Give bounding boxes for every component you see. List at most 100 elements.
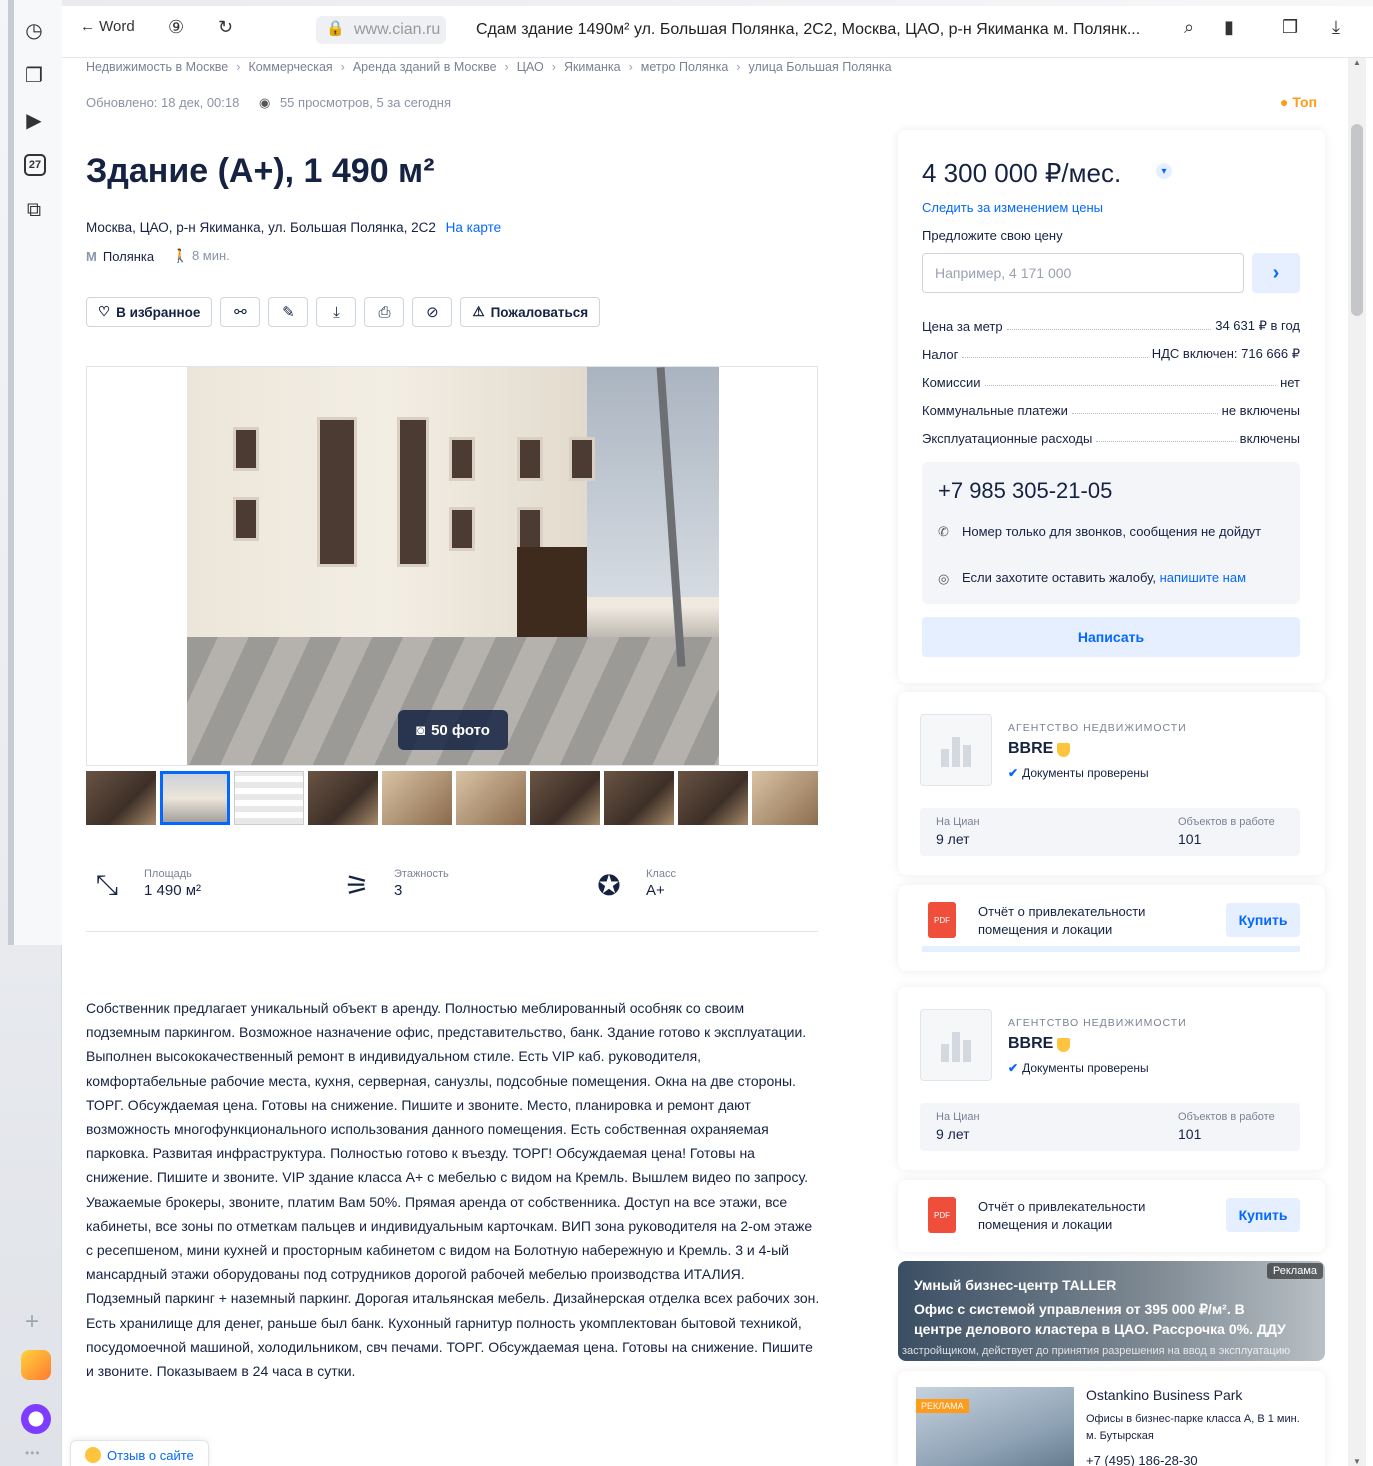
thumbnail[interactable] [456,771,526,825]
print-button[interactable]: ⎙ [364,297,405,327]
check-badge-icon: ✔ [1008,1061,1019,1075]
add-panel-icon[interactable]: + [25,1308,39,1336]
metro-station[interactable]: Полянка [103,249,154,264]
agency-name[interactable]: BBRE [1008,740,1053,758]
listing-actions: ♡ В избранное ⚯ ✎ ⤓ ⎙ ⊘ ⚠ Пожаловаться [86,297,601,327]
thumbnail[interactable] [382,771,452,825]
offer-submit-button[interactable]: › [1252,253,1300,293]
thumbnail[interactable] [308,771,378,825]
edit-button[interactable]: ✎ [268,297,309,327]
breadcrumb-item[interactable]: улица Большая Полянка [748,60,891,74]
download-pdf-button[interactable]: ⤓ [316,297,357,327]
thumbnail[interactable] [752,771,818,825]
camera-icon: ◙ [416,721,426,739]
protect-icon[interactable]: ⑨ [168,17,184,38]
ad-phone[interactable]: +7 (495) 186-28-30 [1086,1453,1198,1466]
page-title: Здание (A+), 1 490 м² [86,152,435,190]
lock-icon[interactable]: 🔒 [326,19,345,37]
buy-report-button[interactable]: Купить [1226,1198,1300,1232]
site-feedback-tab[interactable]: Отзыв о сайте [70,1440,209,1466]
scrollbar[interactable]: ▲ ▼ [1348,58,1366,1466]
price-row: Коммунальные платежи не включены [922,403,1300,418]
ad-banner[interactable]: Реклама Умный бизнес-центр TALLER Офис с… [898,1261,1325,1361]
breadcrumb-item[interactable]: метро Полянка [641,60,729,74]
calendar-icon[interactable]: 27 [24,154,46,176]
complain-button[interactable]: ⚠ Пожаловаться [460,297,601,327]
offer-price-input[interactable] [922,253,1244,293]
download-icon[interactable]: ⤓ [1332,17,1340,38]
contact-box: +7 985 305-21-05 ✆ Номер только для звон… [922,462,1300,604]
feature-class: ✪ Класс A+ [592,868,676,902]
thumbnail[interactable] [604,771,674,825]
features-row: ⤡ Площадь 1 490 м² ⚞ Этажность 3 ✪ Класс… [86,860,818,932]
assistant-app-icon[interactable] [21,1404,51,1434]
docs-verified: ✔ Документы проверены [1008,766,1149,780]
listing-meta: Обновлено: 18 дек, 00:18 ◉ 55 просмотров… [86,95,451,111]
buy-report-button[interactable]: Купить [1226,903,1300,937]
agency-logo [920,1009,992,1081]
breadcrumb-separator-icon: › [628,60,633,74]
download-icon: ⤓ [333,303,340,321]
listing-address: Москва, ЦАО, р-н Якиманка, ул. Большая П… [86,220,502,235]
history-icon[interactable]: ◷ [20,16,48,44]
breadcrumb-item[interactable]: Недвижимость в Москве [86,60,228,74]
photo-count-badge[interactable]: ◙ 50 фото [398,710,508,750]
breadcrumb-item[interactable]: ЦАО [517,60,544,74]
agency-stats: На Циан 9 лет Объектов в работе 101 [920,808,1300,856]
breadcrumb-item[interactable]: Якиманка [564,60,621,74]
write-message-button[interactable]: Написать [922,617,1300,657]
thumbnail-active[interactable] [160,771,230,825]
smile-icon [85,1447,101,1463]
agency-name[interactable]: BBRE [1008,1035,1053,1053]
scroll-down-icon[interactable]: ▼ [1353,1457,1361,1466]
calls-only-note: Номер только для звонков, сообщения не д… [962,524,1262,539]
chevron-down-icon[interactable]: ▾ [1156,163,1172,179]
follow-price-link[interactable]: Следить за изменением цены [922,200,1103,215]
thumbnail[interactable] [234,771,304,825]
agency-card[interactable]: АГЕНТСТВО НЕДВИЖИМОСТИ BBRE ✔ Документы п… [898,692,1325,875]
price-row: Налог НДС включен: 716 666 ₽ [922,346,1300,362]
breadcrumb: Недвижимость в Москве › Коммерческая › Аренд… [86,60,892,74]
breadcrumb-separator-icon: › [504,60,509,74]
breadcrumb-item[interactable]: Коммерческая [248,60,332,74]
report-card: PDF Отчёт о привлекательности помещения … [898,1180,1325,1252]
share-icon: ⚯ [234,304,247,321]
page-tab-title[interactable]: Сдам здание 1490м² ул. Большая Полянка, … [476,21,1140,39]
price-row: Цена за метр 34 631 ₽ в год [922,318,1300,334]
screenshot-icon[interactable]: ⧉ [20,196,48,224]
main-photo[interactable] [187,367,719,765]
ad-card[interactable]: РЕКЛАМА Ostankino Business Park Офисы в … [898,1371,1325,1466]
thumbnail[interactable] [86,771,156,825]
photo-gallery[interactable] [86,366,818,766]
breadcrumb-item[interactable]: Аренда зданий в Москве [353,60,497,74]
collections-icon[interactable]: ❐ [20,61,48,89]
scroll-up-icon[interactable]: ▲ [1353,58,1361,67]
reload-icon[interactable]: ↻ [218,17,233,38]
scrollbar-thumb[interactable] [1351,124,1363,316]
hide-button[interactable]: ⊘ [412,297,453,327]
bookmark-icon[interactable]: ▮ [1224,17,1234,38]
breadcrumb-separator-icon: › [236,60,241,74]
top-badge[interactable]: ● Топ [1280,94,1317,110]
thumbnail[interactable] [530,771,600,825]
phone-number[interactable]: +7 985 305-21-05 [938,478,1112,504]
agency-card[interactable]: АГЕНТСТВО НЕДВИЖИМОСТИ BBRE ✔ Документы п… [898,987,1325,1170]
hide-icon: ⊘ [426,304,439,321]
write-us-link[interactable]: напишите нам [1160,570,1246,585]
feature-floors: ⚞ Этажность 3 [340,868,448,902]
favorite-button[interactable]: ♡ В избранное [86,297,213,327]
docs-verified: ✔ Документы проверены [1008,1061,1149,1075]
back-button[interactable]: ← Word [80,18,135,35]
media-icon[interactable]: ▶ [20,106,48,134]
share-button[interactable]: ⚯ [220,297,261,327]
mail-app-icon[interactable] [21,1350,51,1380]
url-domain[interactable]: www.cian.ru [354,21,440,39]
offer-price-label: Предложите свою цену [922,228,1063,243]
more-apps-icon[interactable]: ••• [25,1446,41,1460]
map-link[interactable]: На карте [446,220,501,235]
search-icon[interactable]: ⌕ [1184,17,1194,38]
pdf-icon: PDF [928,1197,956,1233]
ad-name[interactable]: Ostankino Business Park [1086,1387,1242,1403]
reader-icon[interactable]: ❒ [1282,17,1298,38]
thumbnail[interactable] [678,771,748,825]
